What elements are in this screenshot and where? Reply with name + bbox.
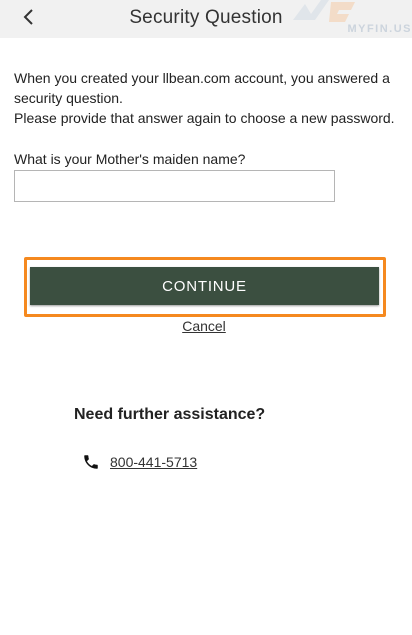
intro-line-3: Please provide that answer again to choo… — [14, 110, 395, 126]
header-bar: Security Question MYFIN.US — [0, 0, 412, 38]
assistance-heading: Need further assistance? — [74, 406, 266, 423]
intro-text: When you created your llbean.com account… — [14, 68, 404, 128]
cancel-link[interactable]: Cancel — [0, 318, 408, 334]
phone-number-link[interactable]: 800-441-5713 — [110, 454, 197, 470]
security-question-label: What is your Mother's maiden name? — [14, 151, 246, 167]
security-answer-input[interactable] — [14, 170, 335, 202]
page-title: Security Question — [129, 7, 283, 28]
phone-row: 800-441-5713 — [82, 452, 197, 472]
intro-line-2: security question. — [14, 90, 123, 106]
continue-button[interactable]: CONTINUE — [30, 267, 379, 305]
phone-icon — [84, 455, 98, 469]
intro-line-1: When you created your llbean.com account… — [14, 70, 390, 86]
